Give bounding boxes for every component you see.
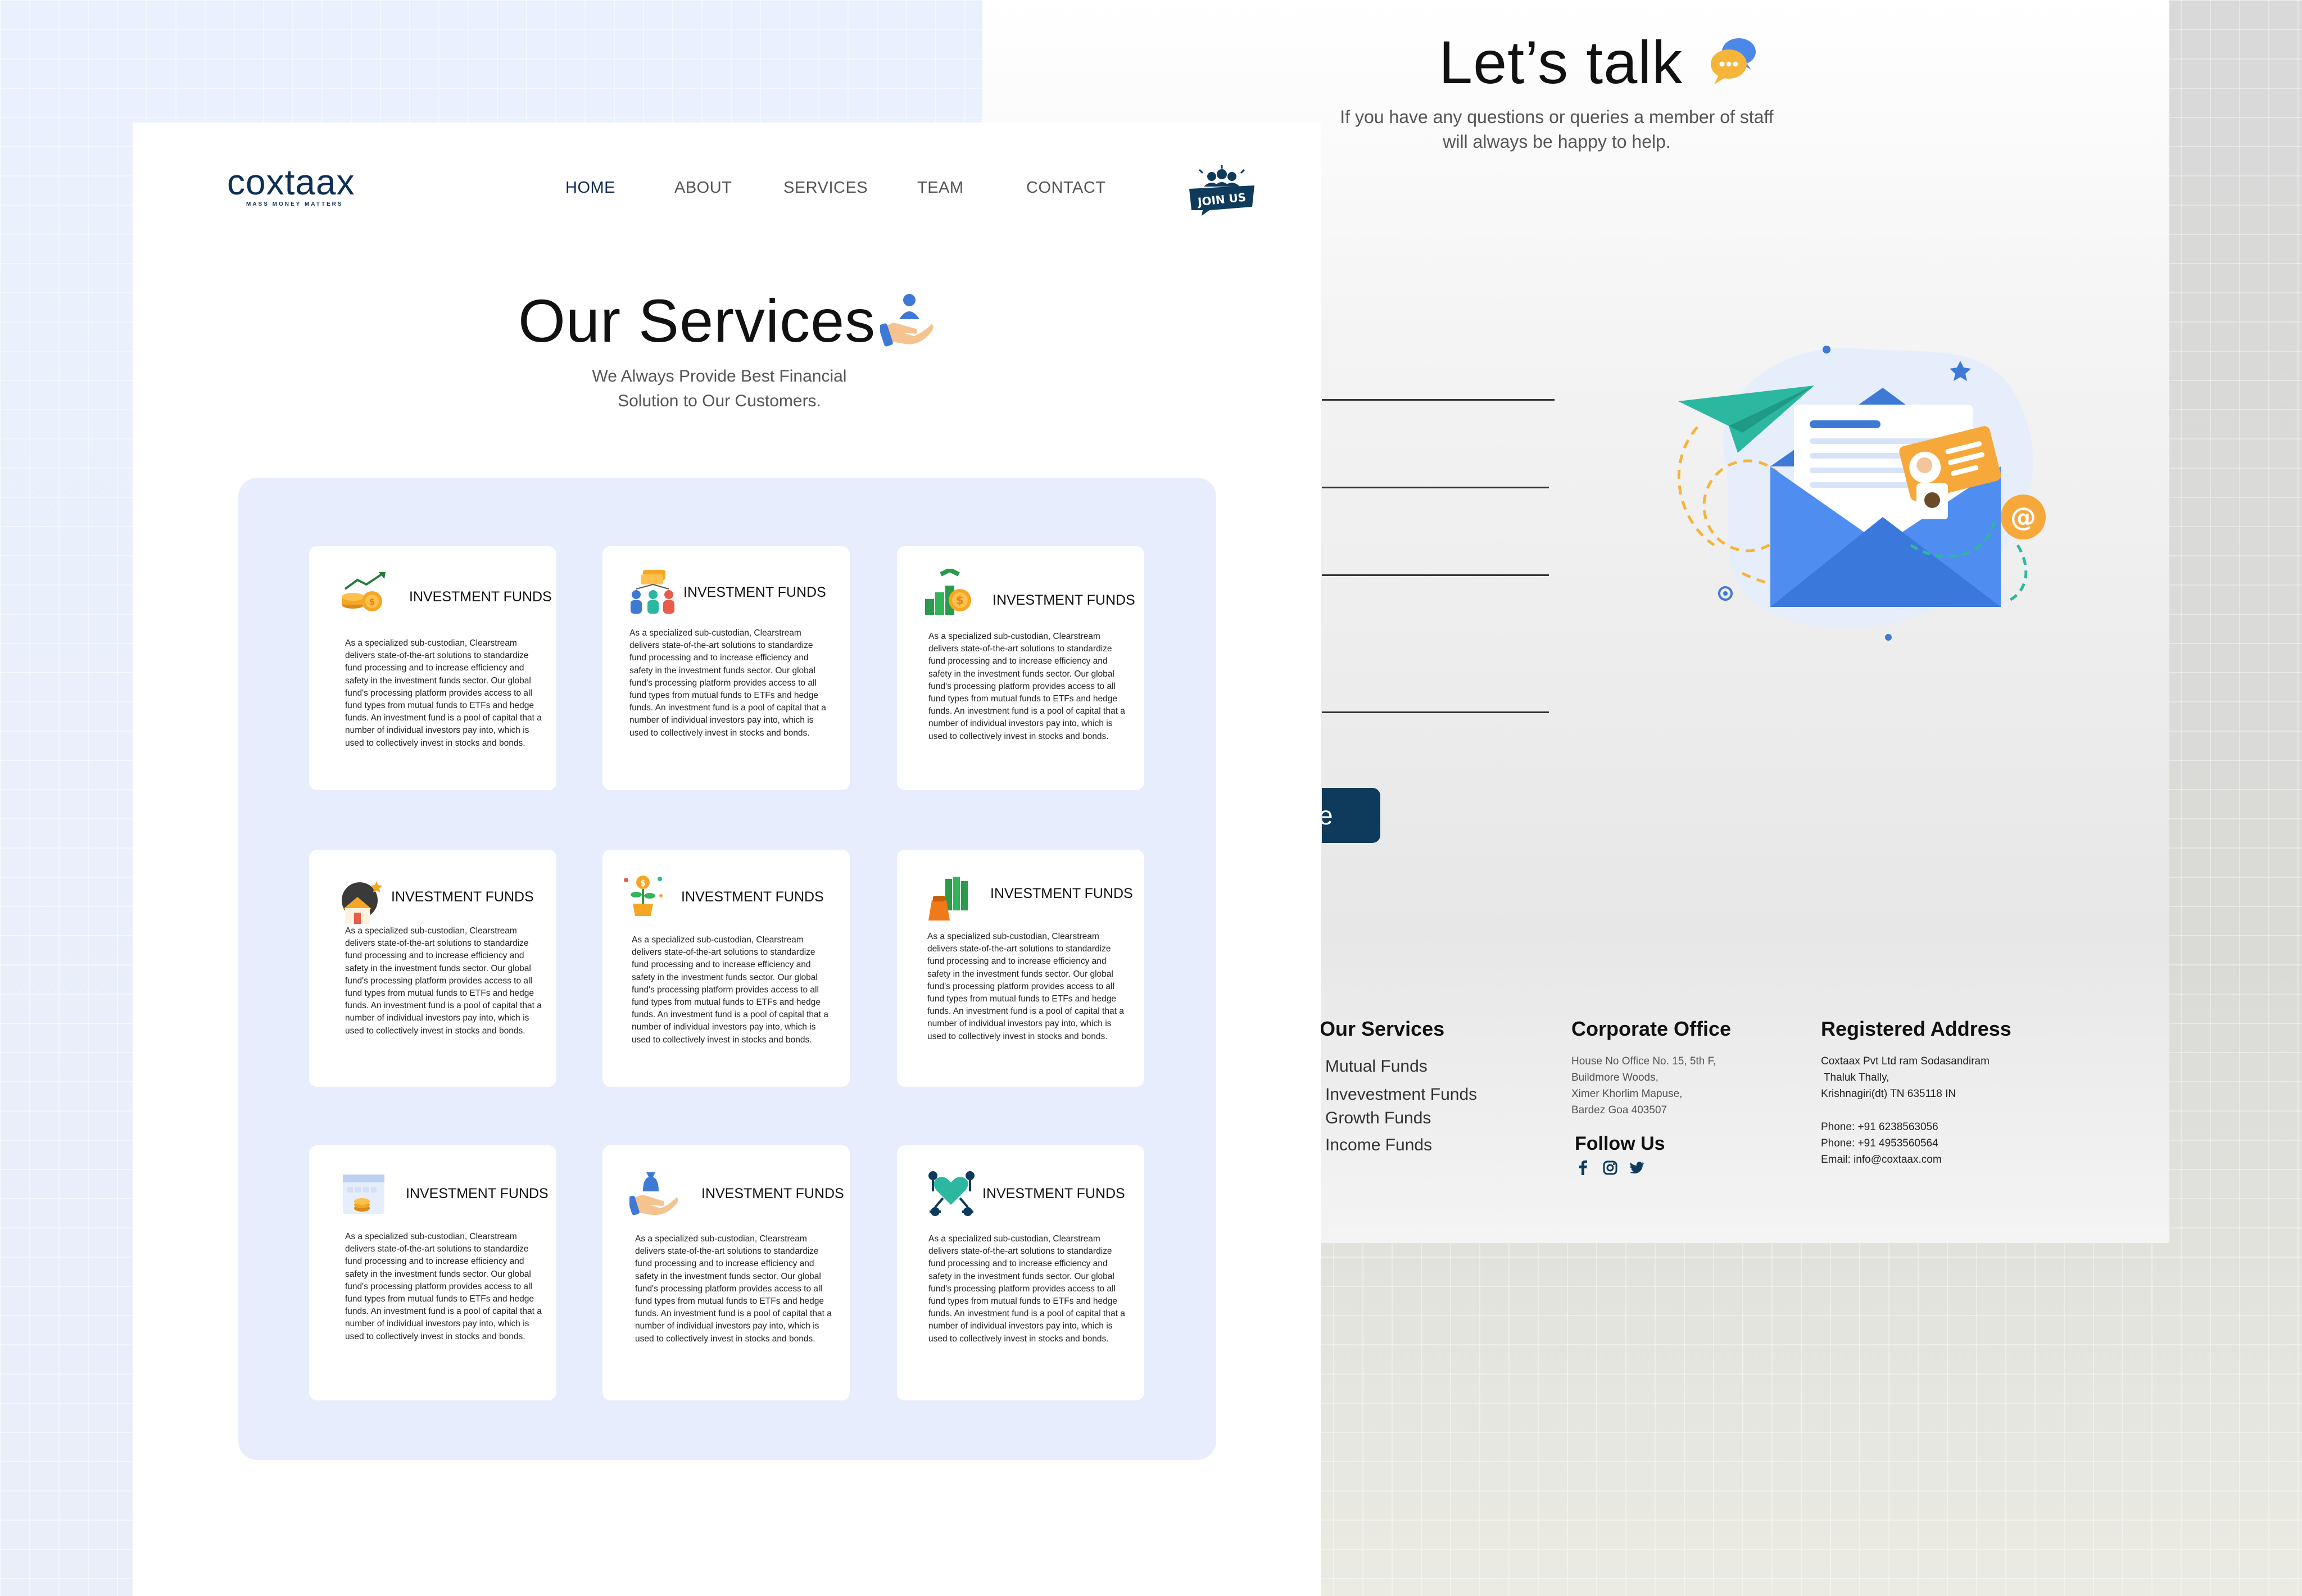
service-card-body: As a specialized sub-custodian, Clearstr… — [345, 1232, 542, 1341]
submit-button-label: e — [1322, 801, 1333, 830]
nav-home[interactable]: HOME — [565, 179, 615, 197]
service-card-title: INVESTMENT FUNDS — [391, 889, 534, 905]
service-card-body: As a specialized sub-custodian, Clearstr… — [927, 932, 1124, 1041]
hand-person-icon — [880, 294, 934, 347]
service-card-title: INVESTMENT FUNDS — [409, 589, 552, 605]
office-address-line: Buildmore Woods, — [1571, 1072, 1658, 1083]
join-us-button[interactable]: JOIN US — [1187, 164, 1257, 216]
footer-link-growth-funds[interactable]: Growth Funds — [1325, 1105, 1477, 1132]
chat-bubbles-icon — [1711, 38, 1756, 84]
team-money-icon — [631, 570, 674, 614]
service-card-title: INVESTMENT FUNDS — [701, 1186, 844, 1201]
growth-dollar-icon: $ — [925, 569, 971, 615]
svg-text:$: $ — [956, 593, 964, 607]
submit-button[interactable]: e — [1322, 788, 1380, 843]
house-bag-icon — [342, 881, 382, 924]
service-card[interactable]: INVESTMENT FUNDS As a specialized sub-cu… — [897, 850, 1144, 1087]
phone-1: Phone: +91 6238563056 — [1821, 1121, 1938, 1133]
follow-us-heading: Follow Us — [1575, 1133, 1665, 1154]
service-card[interactable]: $ INVESTMENT FUNDS As a specialized sub-… — [897, 546, 1144, 790]
services-title: Our Services — [518, 287, 876, 355]
hand-bag-icon — [629, 1172, 678, 1216]
logo-text: coxtaax — [227, 162, 355, 202]
email-address[interactable]: Email: info@coxtaax.com — [1821, 1151, 2011, 1168]
social-links — [1576, 1160, 1731, 1175]
message-field[interactable] — [1322, 711, 1549, 713]
service-card-body: As a specialized sub-custodian, Clearstr… — [928, 632, 1125, 741]
footer-link-mutual-funds[interactable]: Mutual Funds — [1325, 1053, 1477, 1080]
service-card-title: INVESTMENT FUNDS — [982, 1186, 1125, 1201]
service-card[interactable]: INVESTMENT FUNDS As a specialized sub-cu… — [602, 1145, 850, 1400]
service-card-title: INVESTMENT FUNDS — [681, 889, 824, 905]
service-card[interactable]: INVESTMENT FUNDS As a specialized sub-cu… — [897, 1145, 1144, 1400]
contact-subtitle: If you have any questions or queries a m… — [1340, 107, 1774, 152]
money-plant-icon: $ — [624, 876, 663, 916]
coin-growth-icon: $ — [342, 572, 386, 611]
service-card[interactable]: INVESTMENT FUNDS As a specialized sub-cu… — [309, 850, 556, 1087]
service-card-body: As a specialized sub-custodian, Clearstr… — [635, 1234, 832, 1344]
office-address-line: House No Office No. 15, 5th F, — [1571, 1055, 1716, 1067]
footer-registered: Registered Address Coxtaax Pvt Ltd ram S… — [1821, 1017, 2011, 1168]
registered-address-line: Coxtaax Pvt Ltd ram Sodasandiram — [1821, 1055, 1990, 1067]
svg-text:$: $ — [640, 879, 646, 888]
service-card-body: As a specialized sub-custodian, Clearstr… — [629, 628, 826, 738]
office-address-line: Ximer Khorlim Mapuse, — [1571, 1088, 1683, 1100]
footer-registered-heading: Registered Address — [1821, 1017, 2011, 1040]
office-address-line: Bardez Goa 403507 — [1571, 1104, 1667, 1116]
nav-about[interactable]: ABOUT — [674, 179, 732, 197]
twitter-icon[interactable] — [1630, 1160, 1644, 1175]
service-card-title: INVESTMENT FUNDS — [406, 1186, 549, 1201]
facebook-icon[interactable] — [1576, 1160, 1590, 1175]
email-envelope-illustration: @ — [1677, 346, 2046, 641]
footer-office: Corporate Office House No Office No. 15,… — [1571, 1017, 1731, 1175]
name-field[interactable] — [1322, 399, 1555, 401]
calendar-coin-icon — [343, 1175, 384, 1214]
logo-tagline: MASS MONEY MATTERS — [246, 201, 343, 207]
footer-services: Our Services Mutual Funds Invevestment F… — [1320, 1017, 1477, 1159]
service-card-body: As a specialized sub-custodian, Clearstr… — [632, 935, 828, 1045]
nav-contact[interactable]: CONTACT — [1026, 179, 1106, 197]
services-subtitle: We Always Provide Best Financial Solutio… — [592, 367, 847, 410]
heart-network-icon — [928, 1171, 975, 1216]
logo[interactable]: coxtaax MASS MONEY MATTERS — [227, 164, 355, 207]
svg-text:@: @ — [2010, 502, 2036, 532]
service-card[interactable]: INVESTMENT FUNDS As a specialized sub-cu… — [602, 546, 850, 790]
phone-field[interactable] — [1322, 574, 1549, 576]
service-card-body: As a specialized sub-custodian, Clearstr… — [928, 1234, 1125, 1344]
service-card[interactable]: INVESTMENT FUNDS As a specialized sub-cu… — [309, 1145, 556, 1400]
service-card[interactable]: $ INVESTMENT FUNDS As a specialized sub-… — [309, 546, 556, 790]
registered-address-line: Krishnagiri(dt) TN 635118 IN — [1821, 1088, 1956, 1100]
footer-link-income-funds[interactable]: Income Funds — [1325, 1132, 1477, 1159]
registered-address-line: Thaluk Thally, — [1821, 1072, 1889, 1083]
service-card-title: INVESTMENT FUNDS — [683, 584, 826, 600]
contact-title: Let’s talk — [1439, 28, 1683, 96]
service-card[interactable]: $ INVESTMENT FUNDS As a specialized sub-… — [602, 850, 850, 1087]
footer-services-heading: Our Services — [1320, 1017, 1445, 1040]
money-stack-icon — [928, 877, 968, 921]
service-card-body: As a specialized sub-custodian, Clearstr… — [345, 638, 542, 748]
footer-link-investment-funds[interactable]: Invevestment Funds — [1325, 1081, 1477, 1108]
nav-team[interactable]: TEAM — [917, 179, 964, 197]
email-field[interactable] — [1322, 487, 1549, 488]
service-card-title: INVESTMENT FUNDS — [990, 886, 1133, 901]
phone-2: Phone: +91 4953560564 — [1821, 1137, 1938, 1149]
service-card-body: As a specialized sub-custodian, Clearstr… — [345, 926, 542, 1036]
svg-text:$: $ — [369, 596, 375, 607]
footer-office-heading: Corporate Office — [1571, 1017, 1732, 1040]
instagram-icon[interactable] — [1603, 1160, 1617, 1175]
nav-services[interactable]: SERVICES — [783, 179, 868, 197]
service-card-title: INVESTMENT FUNDS — [993, 592, 1135, 608]
